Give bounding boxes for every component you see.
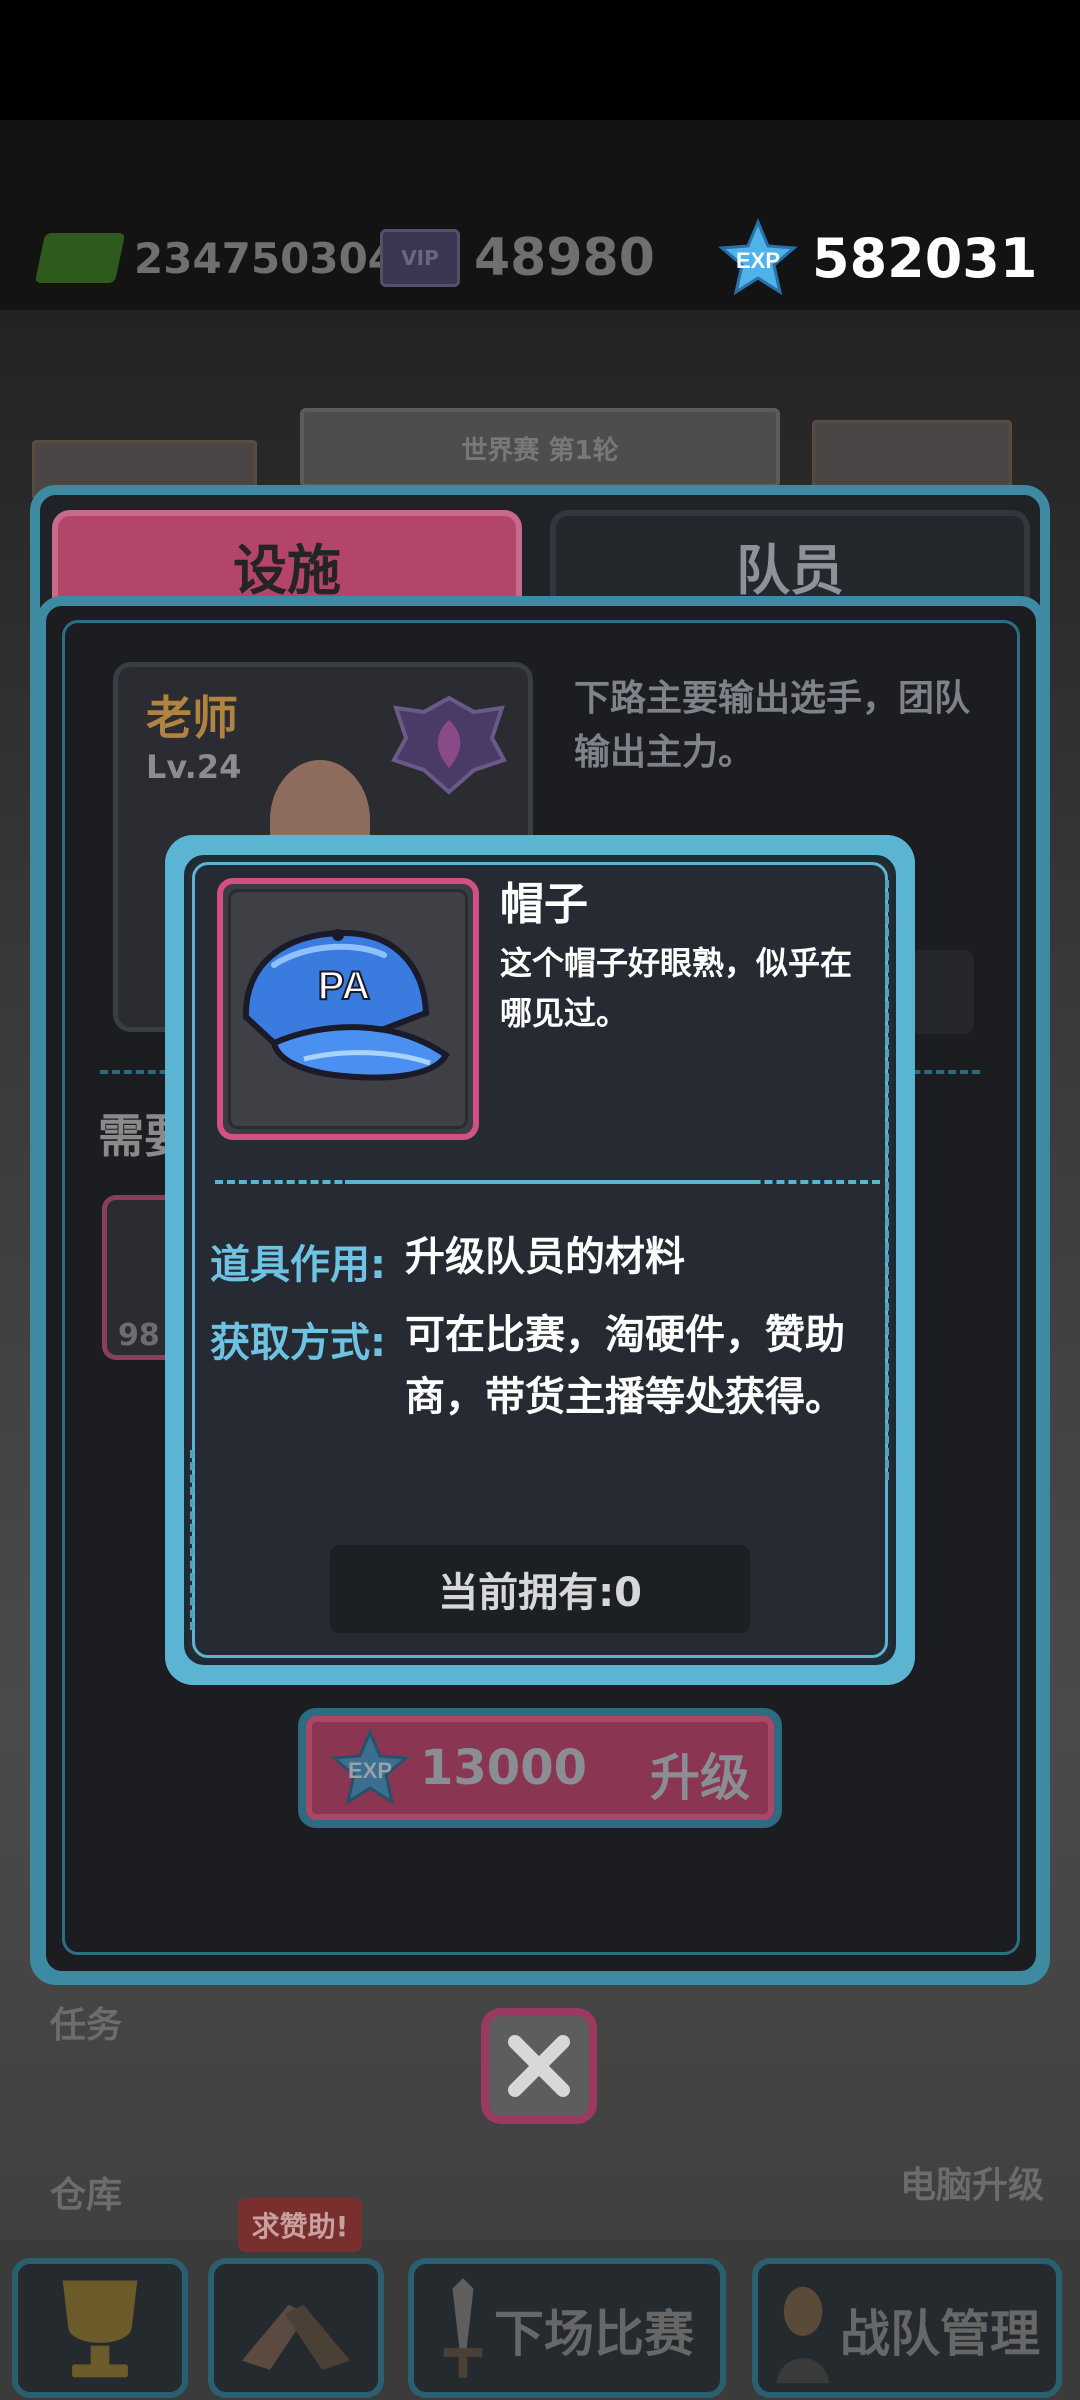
warehouse-button[interactable]: 仓库 (50, 2166, 122, 2218)
baseball-cap-icon: PA (234, 925, 462, 1095)
owned-count: 当前拥有:0 (438, 1570, 642, 1616)
tasks-button[interactable]: 任务 (50, 1996, 122, 2048)
dialog-dash-decoration (190, 1450, 194, 1630)
svg-text:PA: PA (318, 964, 371, 1008)
item-source-label: 获取方式: (210, 1320, 386, 1366)
owned-count-box: 当前拥有:0 (330, 1545, 750, 1633)
vip-points: 48980 (474, 228, 655, 288)
vip-display: VIP 48980 (380, 218, 655, 298)
status-bar (0, 0, 1080, 120)
vip-icon: VIP (380, 229, 460, 287)
upgrade-label: 升级 (650, 1749, 750, 1807)
exp-star-icon: EXP (330, 1728, 410, 1808)
close-icon (508, 2035, 570, 2097)
member-name: 老师 (146, 691, 238, 745)
required-material-count: 98 (118, 1318, 160, 1353)
cash-amount: 234750304 (134, 233, 398, 283)
vip-icon-label: VIP (401, 246, 439, 270)
sword-icon (443, 2278, 483, 2378)
exp-amount: 582031 (812, 226, 1038, 290)
dialog-divider-solid (345, 1180, 755, 1184)
exp-star-icon: EXP (718, 218, 798, 298)
svg-text:EXP: EXP (736, 248, 780, 273)
item-source-value: 可在比赛，淘硬件，赞助商，带货主播等处获得。 (405, 1312, 845, 1420)
exp-display: EXP 582031 (718, 218, 1037, 298)
item-effect-label: 道具作用: (210, 1242, 386, 1288)
team-manage-label: 战队管理 (840, 2305, 1040, 2363)
sponsor-help-badge: 求赞助! (238, 2198, 362, 2252)
manager-avatar-icon (776, 2286, 830, 2384)
rank-badge-icon (384, 690, 514, 800)
item-flavor-text: 这个帽子好眼熟，似乎在哪见过。 (500, 944, 853, 1032)
close-button[interactable] (481, 2008, 597, 2124)
sponsor-help-text: 求赞助! (251, 2210, 349, 2243)
svg-text:EXP: EXP (348, 1758, 392, 1783)
member-description: 下路主要输出选手，团队输出主力。 (574, 678, 971, 773)
match-round-text: 世界赛 第1轮 (461, 435, 619, 466)
handshake-icon (241, 2304, 351, 2370)
cash-display: 234750304 (34, 218, 398, 298)
cash-icon (34, 233, 126, 283)
dialog-dash-decoration (885, 880, 889, 1480)
match-round-sign: 世界赛 第1轮 (300, 408, 780, 488)
pc-upgrade-button[interactable]: 电脑升级 (900, 2156, 1044, 2208)
member-level: Lv.24 (146, 748, 242, 786)
tab-facility-label: 设施 (233, 538, 341, 602)
sponsor-button[interactable] (208, 2258, 384, 2398)
trophy-button[interactable] (12, 2258, 188, 2398)
item-name: 帽子 (500, 879, 588, 930)
trophy-icon (62, 2280, 138, 2378)
tab-member-label: 队员 (736, 538, 844, 602)
next-match-label: 下场比赛 (494, 2305, 694, 2363)
item-effect-value: 升级队员的材料 (405, 1234, 685, 1280)
upgrade-cost: 13000 (420, 1740, 587, 1796)
